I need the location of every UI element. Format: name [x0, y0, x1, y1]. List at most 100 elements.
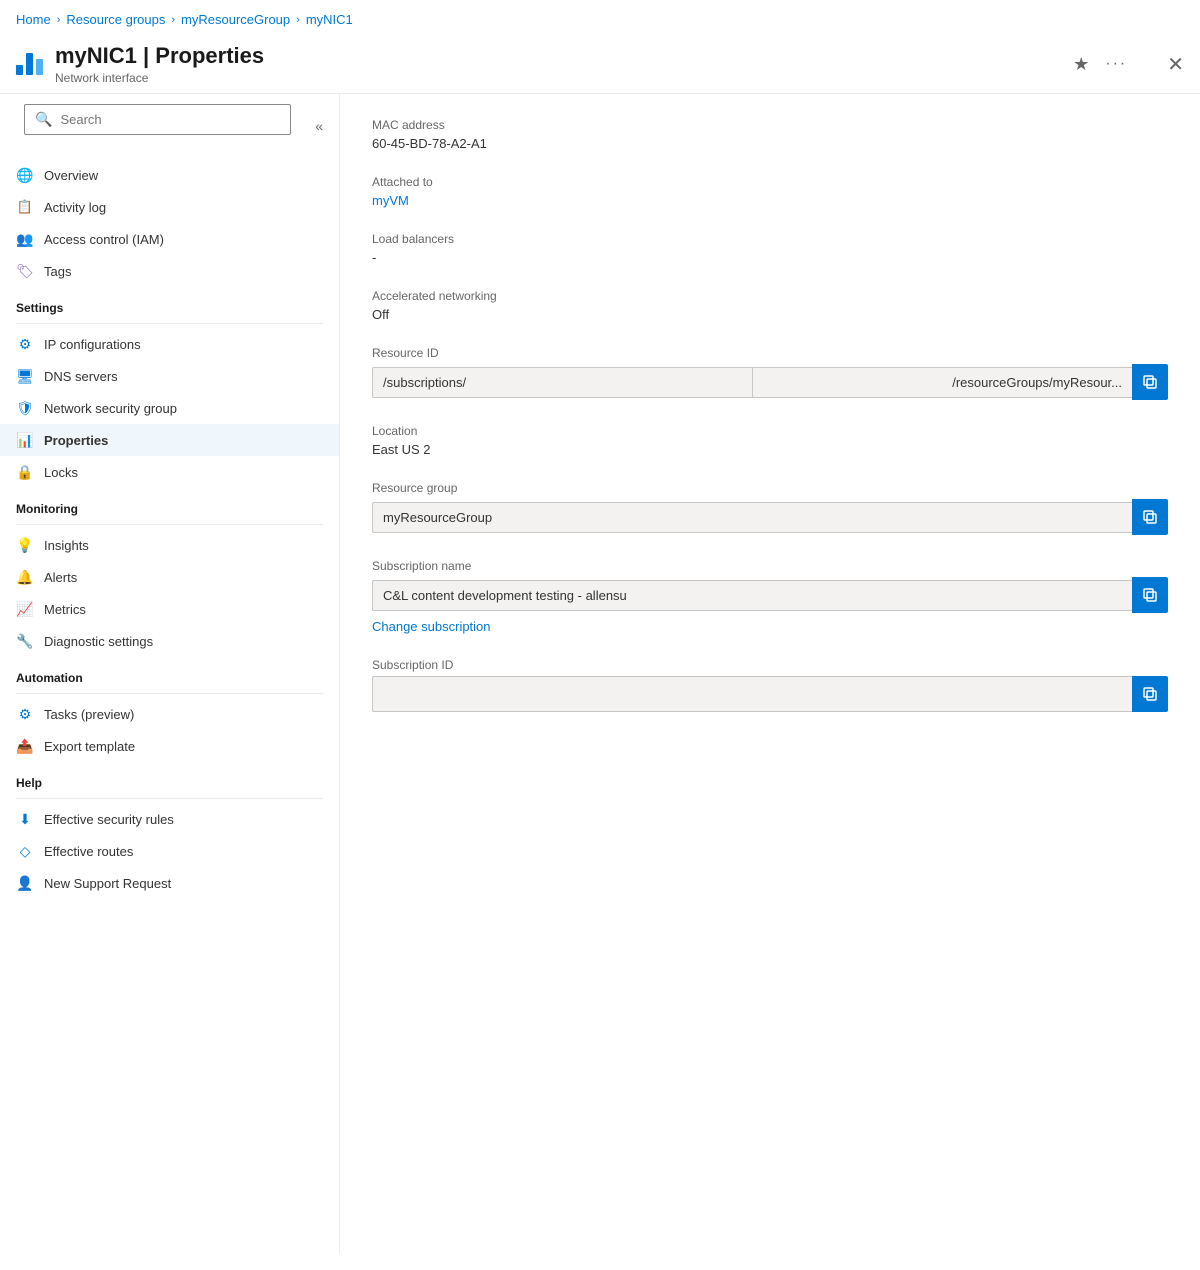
- sidebar-item-label: Access control (IAM): [44, 232, 164, 247]
- sidebar-item-alerts[interactable]: 🔔 Alerts: [0, 561, 339, 593]
- sidebar-item-metrics[interactable]: 📈 Metrics: [0, 593, 339, 625]
- sidebar-item-effective-security-rules[interactable]: ⬇ Effective security rules: [0, 803, 339, 835]
- accelerated-networking-label: Accelerated networking: [372, 289, 1168, 303]
- collapse-sidebar-button[interactable]: «: [311, 118, 327, 134]
- sidebar-item-label: IP configurations: [44, 337, 141, 352]
- export-template-icon: 📤: [16, 737, 34, 755]
- help-divider: [16, 798, 323, 799]
- change-subscription-link[interactable]: Change subscription: [372, 619, 1168, 634]
- automation-divider: [16, 693, 323, 694]
- load-balancers-value: -: [372, 250, 1168, 265]
- overview-icon: 🌐: [16, 166, 34, 184]
- load-balancers-label: Load balancers: [372, 232, 1168, 246]
- sidebar-item-label: Metrics: [44, 602, 86, 617]
- resource-group-field-group: Resource group myResourceGroup: [372, 481, 1168, 535]
- sidebar-item-diagnostic-settings[interactable]: 🔧 Diagnostic settings: [0, 625, 339, 657]
- sidebar-item-label: Tasks (preview): [44, 707, 134, 722]
- sidebar-item-label: Export template: [44, 739, 135, 754]
- effective-routes-icon: ◇: [16, 842, 34, 860]
- resource-id-row: /subscriptions/ /resourceGroups/myResour…: [372, 364, 1168, 400]
- monitoring-section-header: Monitoring: [0, 488, 339, 520]
- sidebar-item-label: Network security group: [44, 401, 177, 416]
- settings-divider: [16, 323, 323, 324]
- new-support-request-icon: 👤: [16, 874, 34, 892]
- subscription-id-label: Subscription ID: [372, 658, 1168, 672]
- location-group: Location East US 2: [372, 424, 1168, 457]
- monitoring-divider: [16, 524, 323, 525]
- search-input[interactable]: [60, 112, 280, 127]
- sidebar-item-label: Properties: [44, 433, 108, 448]
- sidebar-item-label: Alerts: [44, 570, 77, 585]
- breadcrumb-resource-groups[interactable]: Resource groups: [66, 12, 165, 27]
- sidebar-item-insights[interactable]: 💡 Insights: [0, 529, 339, 561]
- activity-log-icon: 📋: [16, 198, 34, 216]
- close-icon[interactable]: ✕: [1167, 52, 1184, 77]
- resource-id-right: /resourceGroups/myResour...: [752, 368, 1132, 397]
- resource-id-box: /subscriptions/ /resourceGroups/myResour…: [372, 367, 1132, 398]
- subscription-name-label: Subscription name: [372, 559, 1168, 573]
- subscription-id-copy-button[interactable]: [1132, 676, 1168, 712]
- subscription-id-input: [372, 676, 1132, 712]
- more-options-icon[interactable]: ···: [1105, 55, 1127, 73]
- resource-group-label: Resource group: [372, 481, 1168, 495]
- subscription-id-group: Subscription ID: [372, 658, 1168, 712]
- main-layout: 🔍 « 🌐 Overview 📋 Activity log 👥 Access c…: [0, 94, 1200, 1254]
- sidebar-item-export-template[interactable]: 📤 Export template: [0, 730, 339, 762]
- access-control-icon: 👥: [16, 230, 34, 248]
- sidebar-item-label: Insights: [44, 538, 89, 553]
- mac-address-value: 60-45-BD-78-A2-A1: [372, 136, 1168, 151]
- sidebar-item-effective-routes[interactable]: ◇ Effective routes: [0, 835, 339, 867]
- tasks-icon: ⚙: [16, 705, 34, 723]
- subscription-name-copy-button[interactable]: [1132, 577, 1168, 613]
- metrics-icon: 📈: [16, 600, 34, 618]
- mac-address-group: MAC address 60-45-BD-78-A2-A1: [372, 118, 1168, 151]
- copy-icon: [1142, 374, 1158, 390]
- breadcrumb-my-resource-group[interactable]: myResourceGroup: [181, 12, 290, 27]
- load-balancers-group: Load balancers -: [372, 232, 1168, 265]
- alerts-icon: 🔔: [16, 568, 34, 586]
- sidebar-item-tasks-preview[interactable]: ⚙ Tasks (preview): [0, 698, 339, 730]
- azure-logo: [16, 53, 43, 75]
- sidebar-item-overview[interactable]: 🌐 Overview: [0, 159, 339, 191]
- effective-security-rules-icon: ⬇: [16, 810, 34, 828]
- breadcrumb-mynic1[interactable]: myNIC1: [306, 12, 353, 27]
- breadcrumb-home[interactable]: Home: [16, 12, 51, 27]
- automation-section-header: Automation: [0, 657, 339, 689]
- content-area: MAC address 60-45-BD-78-A2-A1 Attached t…: [340, 94, 1200, 1254]
- sidebar-item-network-security-group[interactable]: 🛡 Network security group: [0, 392, 339, 424]
- settings-section-header: Settings: [0, 287, 339, 319]
- search-box: 🔍: [24, 104, 291, 135]
- resource-group-input: myResourceGroup: [372, 502, 1132, 533]
- location-value: East US 2: [372, 442, 1168, 457]
- sidebar-item-label: Locks: [44, 465, 78, 480]
- sidebar-item-properties[interactable]: 📊 Properties: [0, 424, 339, 456]
- header-title-area: myNIC1 | Properties Network interface: [55, 43, 1073, 85]
- resource-id-left: /subscriptions/: [373, 368, 752, 397]
- sidebar-item-access-control[interactable]: 👥 Access control (IAM): [0, 223, 339, 255]
- resource-group-copy-button[interactable]: [1132, 499, 1168, 535]
- attached-to-value[interactable]: myVM: [372, 193, 1168, 208]
- mac-address-label: MAC address: [372, 118, 1168, 132]
- sidebar-item-locks[interactable]: 🔒 Locks: [0, 456, 339, 488]
- ip-configurations-icon: ⚙: [16, 335, 34, 353]
- favorite-icon[interactable]: ★: [1073, 54, 1089, 75]
- resource-id-group: Resource ID /subscriptions/ /resourceGro…: [372, 346, 1168, 400]
- resource-id-label: Resource ID: [372, 346, 1168, 360]
- subscription-id-input-row: [372, 676, 1168, 712]
- sidebar-item-activity-log[interactable]: 📋 Activity log: [0, 191, 339, 223]
- breadcrumb: Home › Resource groups › myResourceGroup…: [0, 0, 1200, 35]
- sidebar: 🔍 « 🌐 Overview 📋 Activity log 👥 Access c…: [0, 94, 340, 1254]
- location-label: Location: [372, 424, 1168, 438]
- nav-section-monitoring: Monitoring 💡 Insights 🔔 Alerts 📈 Metrics…: [0, 488, 339, 657]
- subscription-name-group: Subscription name C&L content developmen…: [372, 559, 1168, 634]
- resource-id-copy-button[interactable]: [1132, 364, 1168, 400]
- sidebar-item-ip-configurations[interactable]: ⚙ IP configurations: [0, 328, 339, 360]
- nav-section-automation: Automation ⚙ Tasks (preview) 📤 Export te…: [0, 657, 339, 762]
- attached-to-group: Attached to myVM: [372, 175, 1168, 208]
- sidebar-item-new-support-request[interactable]: 👤 New Support Request: [0, 867, 339, 899]
- sidebar-item-dns-servers[interactable]: 🖥 DNS servers: [0, 360, 339, 392]
- sidebar-item-label: DNS servers: [44, 369, 118, 384]
- accelerated-networking-group: Accelerated networking Off: [372, 289, 1168, 322]
- page-header: myNIC1 | Properties Network interface ★ …: [0, 35, 1200, 94]
- sidebar-item-tags[interactable]: 🏷 Tags: [0, 255, 339, 287]
